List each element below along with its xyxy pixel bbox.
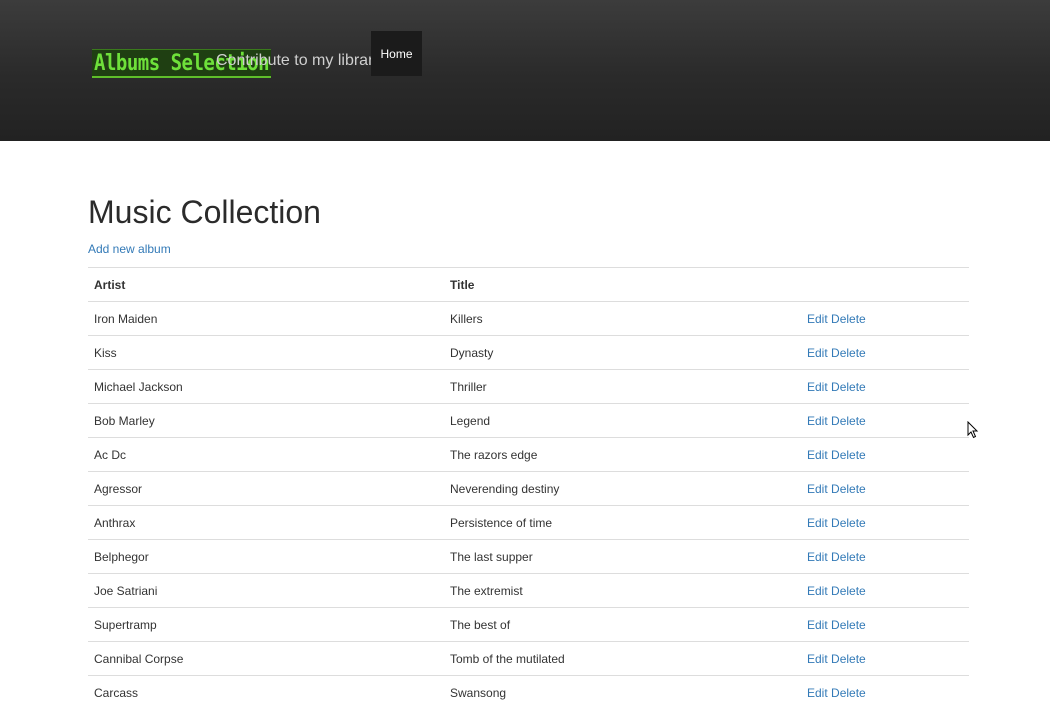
album-actions-cell: Edit Delete: [801, 506, 969, 540]
edit-album-link[interactable]: Edit: [807, 448, 828, 462]
table-row: AgressorNeverending destinyEdit Delete: [88, 472, 969, 506]
table-row: SupertrampThe best ofEdit Delete: [88, 608, 969, 642]
table-row: Cannibal CorpseTomb of the mutilatedEdit…: [88, 642, 969, 676]
delete-album-link[interactable]: Delete: [831, 618, 866, 632]
album-title-cell: Legend: [444, 404, 801, 438]
delete-album-link[interactable]: Delete: [831, 448, 866, 462]
delete-album-link[interactable]: Delete: [831, 584, 866, 598]
edit-album-link[interactable]: Edit: [807, 482, 828, 496]
edit-album-link[interactable]: Edit: [807, 652, 828, 666]
edit-album-link[interactable]: Edit: [807, 346, 828, 360]
album-artist-cell: Iron Maiden: [88, 302, 444, 336]
album-actions-cell: Edit Delete: [801, 676, 969, 709]
column-header-actions: [801, 268, 969, 302]
delete-album-link[interactable]: Delete: [831, 516, 866, 530]
album-title-cell: Tomb of the mutilated: [444, 642, 801, 676]
delete-album-link[interactable]: Delete: [831, 550, 866, 564]
edit-album-link[interactable]: Edit: [807, 686, 828, 700]
edit-album-link[interactable]: Edit: [807, 414, 828, 428]
edit-album-link[interactable]: Edit: [807, 618, 828, 632]
album-artist-cell: Michael Jackson: [88, 370, 444, 404]
edit-album-link[interactable]: Edit: [807, 380, 828, 394]
album-title-cell: The last supper: [444, 540, 801, 574]
table-row: Bob MarleyLegendEdit Delete: [88, 404, 969, 438]
album-artist-cell: Carcass: [88, 676, 444, 709]
column-header-artist: Artist: [88, 268, 444, 302]
album-actions-cell: Edit Delete: [801, 472, 969, 506]
edit-album-link[interactable]: Edit: [807, 312, 828, 326]
delete-album-link[interactable]: Delete: [831, 482, 866, 496]
album-title-cell: The best of: [444, 608, 801, 642]
delete-album-link[interactable]: Delete: [831, 346, 866, 360]
album-actions-cell: Edit Delete: [801, 404, 969, 438]
table-header-row: Artist Title: [88, 268, 969, 302]
album-artist-cell: Ac Dc: [88, 438, 444, 472]
album-actions-cell: Edit Delete: [801, 370, 969, 404]
albums-table: Artist Title Iron MaidenKillersEdit Dele…: [88, 267, 969, 709]
album-artist-cell: Kiss: [88, 336, 444, 370]
album-artist-cell: Agressor: [88, 472, 444, 506]
mouse-cursor-icon: [967, 421, 979, 439]
album-title-cell: Thriller: [444, 370, 801, 404]
edit-album-link[interactable]: Edit: [807, 550, 828, 564]
album-actions-cell: Edit Delete: [801, 336, 969, 370]
album-actions-cell: Edit Delete: [801, 642, 969, 676]
table-row: Iron MaidenKillersEdit Delete: [88, 302, 969, 336]
album-actions-cell: Edit Delete: [801, 438, 969, 472]
album-title-cell: Neverending destiny: [444, 472, 801, 506]
column-header-title: Title: [444, 268, 801, 302]
table-row: Ac DcThe razors edgeEdit Delete: [88, 438, 969, 472]
nav-home-link[interactable]: Home: [371, 31, 422, 76]
album-actions-cell: Edit Delete: [801, 574, 969, 608]
album-title-cell: Persistence of time: [444, 506, 801, 540]
site-tagline: Contribute to my library: [216, 52, 381, 70]
album-actions-cell: Edit Delete: [801, 540, 969, 574]
album-actions-cell: Edit Delete: [801, 608, 969, 642]
album-title-cell: The extremist: [444, 574, 801, 608]
delete-album-link[interactable]: Delete: [831, 380, 866, 394]
delete-album-link[interactable]: Delete: [831, 312, 866, 326]
album-title-cell: Killers: [444, 302, 801, 336]
table-row: Michael JacksonThrillerEdit Delete: [88, 370, 969, 404]
page-title: Music Collection: [88, 194, 321, 231]
edit-album-link[interactable]: Edit: [807, 516, 828, 530]
album-artist-cell: Joe Satriani: [88, 574, 444, 608]
delete-album-link[interactable]: Delete: [831, 414, 866, 428]
table-row: CarcassSwansongEdit Delete: [88, 676, 969, 709]
table-row: KissDynastyEdit Delete: [88, 336, 969, 370]
albums-table-body: Iron MaidenKillersEdit DeleteKissDynasty…: [88, 302, 969, 709]
table-row: AnthraxPersistence of timeEdit Delete: [88, 506, 969, 540]
delete-album-link[interactable]: Delete: [831, 652, 866, 666]
album-actions-cell: Edit Delete: [801, 302, 969, 336]
album-artist-cell: Bob Marley: [88, 404, 444, 438]
album-title-cell: The razors edge: [444, 438, 801, 472]
edit-album-link[interactable]: Edit: [807, 584, 828, 598]
delete-album-link[interactable]: Delete: [831, 686, 866, 700]
album-artist-cell: Supertramp: [88, 608, 444, 642]
table-row: BelphegorThe last supperEdit Delete: [88, 540, 969, 574]
album-title-cell: Swansong: [444, 676, 801, 709]
album-artist-cell: Belphegor: [88, 540, 444, 574]
album-title-cell: Dynasty: [444, 336, 801, 370]
album-artist-cell: Anthrax: [88, 506, 444, 540]
album-artist-cell: Cannibal Corpse: [88, 642, 444, 676]
add-new-album-link[interactable]: Add new album: [88, 242, 171, 256]
navbar: Albums Selection Contribute to my librar…: [0, 0, 1050, 141]
table-row: Joe SatrianiThe extremistEdit Delete: [88, 574, 969, 608]
